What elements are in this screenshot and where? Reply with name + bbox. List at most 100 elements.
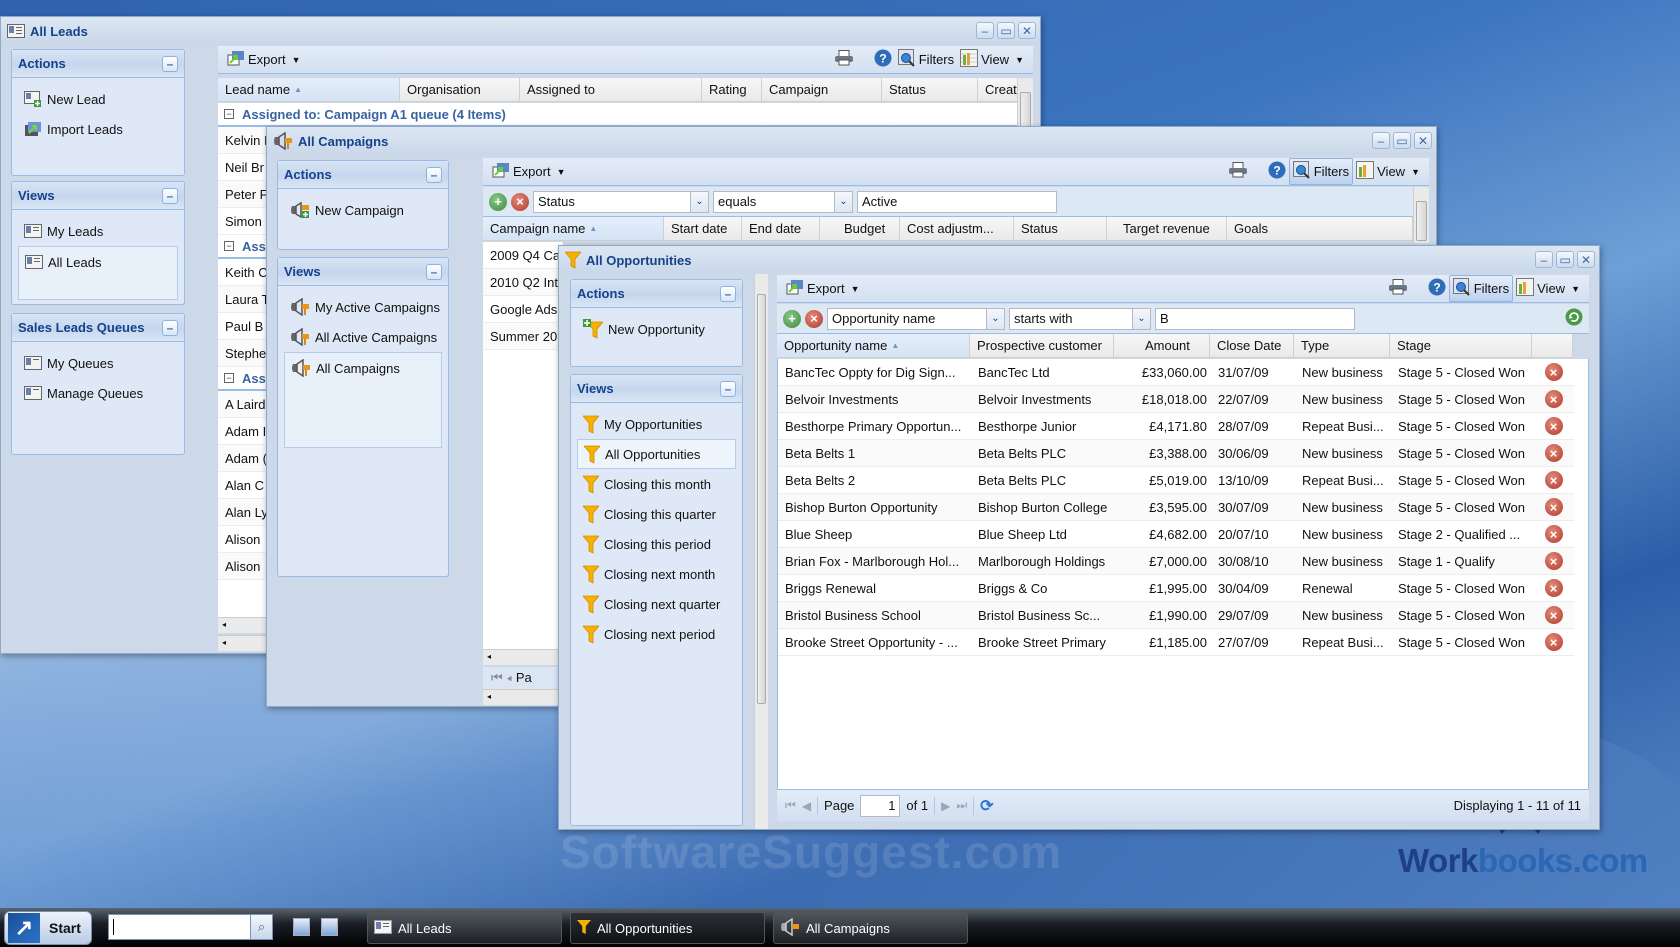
table-row[interactable]: Bristol Business School Bristol Business … [778,602,1574,629]
collapse-icon[interactable]: – [720,380,736,397]
collapse-icon[interactable]: – [162,319,178,336]
table-row[interactable]: Belvoir Investments Belvoir Investments £1… [778,386,1574,413]
table-row[interactable]: Beta Belts 1 Beta Belts PLC £3,388.00 30/06… [778,440,1574,467]
view-item[interactable]: Closing next quarter [577,589,736,619]
delete-row-button[interactable]: × [1544,633,1563,651]
help-button[interactable]: ? [871,47,895,72]
next-page-icon[interactable]: ▶ [941,799,950,813]
column-header-rating[interactable]: Rating [702,78,762,101]
column-header-campaign[interactable]: Campaign [762,78,882,101]
view-my-active-campaigns[interactable]: My Active Campaigns [284,292,442,322]
column-header-budget[interactable]: Budget [820,217,900,240]
filters-button[interactable]: Filters [1288,158,1354,185]
campaigns-horizontal-scrollbar[interactable]: ◂ [483,649,563,665]
export-button[interactable]: Export ▼ [224,48,304,71]
table-row[interactable]: Blue Sheep Blue Sheep Ltd £4,682.00 20/07/1… [778,521,1574,548]
filter-operator-select[interactable]: equals ⌄ [713,190,853,213]
view-item[interactable]: All Opportunities [577,439,736,469]
delete-row-button[interactable]: × [1544,390,1563,408]
quicklaunch-window-icon[interactable] [321,918,338,936]
first-page-icon[interactable]: ⏮ [785,798,796,813]
collapse-group-icon[interactable]: − [224,109,234,119]
filter-value-input[interactable]: Active [857,190,1057,213]
column-header-target-revenue[interactable]: Target revenue [1107,217,1227,240]
table-row[interactable]: 2009 Q4 Ca [483,242,563,269]
start-button[interactable]: ↗ Start [4,911,92,945]
view-all-campaigns[interactable]: All Campaigns [285,353,441,383]
print-button[interactable] [1385,277,1411,300]
new-opportunity-action[interactable]: New Opportunity [577,314,736,344]
maximize-button[interactable]: ▭ [997,22,1015,39]
last-page-icon[interactable]: ⏭ [956,798,967,813]
view-all-leads[interactable]: All Leads [19,247,177,277]
export-button[interactable]: Export ▼ [489,160,569,183]
table-row[interactable]: Summer 20 [483,323,563,350]
delete-row-button[interactable]: × [1544,444,1563,462]
column-header-end-date[interactable]: End date [742,217,820,240]
task-all-leads[interactable]: All Leads [367,912,562,944]
add-filter-button[interactable]: + [783,309,801,328]
column-header-opportunity-name[interactable]: Opportunity name ▲ [777,334,970,357]
view-item[interactable]: Closing this month [577,469,736,499]
opportunities-window-titlebar[interactable]: All Opportunities [559,246,1599,274]
table-row[interactable]: Beta Belts 2 Beta Belts PLC £5,019.00 13/10… [778,467,1574,494]
table-row[interactable]: Besthorpe Primary Opportun... Besthorpe J… [778,413,1574,440]
remove-filter-button[interactable]: × [511,192,529,211]
export-button[interactable]: Export ▼ [783,277,863,300]
column-header-start-date[interactable]: Start date [664,217,742,240]
close-button[interactable]: ✕ [1414,132,1432,149]
table-row[interactable]: 2010 Q2 Int [483,269,563,296]
column-header-close-date[interactable]: Close Date [1210,334,1294,357]
leads-window-titlebar[interactable]: All Leads [1,17,1040,45]
delete-row-button[interactable]: × [1544,525,1563,543]
import-leads-action[interactable]: Import Leads [18,114,178,144]
column-header-lead-name[interactable]: Lead name ▲ [218,78,400,101]
refresh-icon[interactable]: ⟳ [980,796,993,816]
close-button[interactable]: ✕ [1577,251,1595,268]
column-header-campaign-name[interactable]: Campaign name ▲ [483,217,664,240]
column-header-type[interactable]: Type [1294,334,1390,357]
column-header-assigned-to[interactable]: Assigned to [520,78,702,101]
delete-row-button[interactable]: × [1544,363,1563,381]
close-button[interactable]: ✕ [1018,22,1036,39]
group-header[interactable]: − Assigned to: Campaign A1 queue (4 Items… [218,103,1017,127]
collapse-icon[interactable]: – [720,285,736,302]
view-button[interactable]: View ▼ [1353,159,1423,184]
filter-operator-select[interactable]: starts with ⌄ [1009,307,1151,330]
view-item[interactable]: Closing this period [577,529,736,559]
maximize-button[interactable]: ▭ [1393,132,1411,149]
column-header-prospective-customer[interactable]: Prospective customer [970,334,1114,357]
view-button[interactable]: View ▼ [957,47,1027,72]
chevron-down-icon[interactable]: ⌄ [690,191,708,212]
column-header-status[interactable]: Status [1014,217,1107,240]
manage-queues-item[interactable]: Manage Queues [18,378,178,408]
minimize-button[interactable]: – [1372,132,1390,149]
column-header-organisation[interactable]: Organisation [400,78,520,101]
task-all-campaigns[interactable]: All Campaigns [773,912,968,944]
filter-value-input[interactable]: B [1155,307,1355,330]
remove-filter-button[interactable]: × [805,309,823,328]
collapse-icon[interactable]: – [426,263,442,280]
maximize-button[interactable]: ▭ [1556,251,1574,268]
sidebar-scrollbar[interactable] [754,274,768,829]
minimize-button[interactable]: – [1535,251,1553,268]
table-row[interactable]: Bishop Burton Opportunity Bishop Burton C… [778,494,1574,521]
new-campaign-action[interactable]: New Campaign [284,195,442,225]
delete-row-button[interactable]: × [1544,579,1563,597]
column-header-cost-adjustment[interactable]: Cost adjustm... [900,217,1014,240]
taskbar-search-input[interactable]: ⌕ [108,914,273,940]
column-header-status[interactable]: Status [882,78,978,101]
filters-button[interactable]: Filters [895,47,957,72]
collapse-group-icon[interactable]: − [224,241,234,251]
table-row[interactable]: Google Ads [483,296,563,323]
prev-page-icon[interactable]: ◀ [802,799,811,813]
delete-row-button[interactable]: × [1544,606,1563,624]
help-button[interactable]: ? [1425,276,1449,301]
view-item[interactable]: Closing next period [577,619,736,649]
collapse-icon[interactable]: – [162,187,178,204]
delete-row-button[interactable]: × [1544,552,1563,570]
chevron-down-icon[interactable]: ⌄ [834,191,852,212]
delete-row-button[interactable]: × [1544,417,1563,435]
filter-field-select[interactable]: Opportunity name ⌄ [827,307,1005,330]
view-item[interactable]: Closing next month [577,559,736,589]
